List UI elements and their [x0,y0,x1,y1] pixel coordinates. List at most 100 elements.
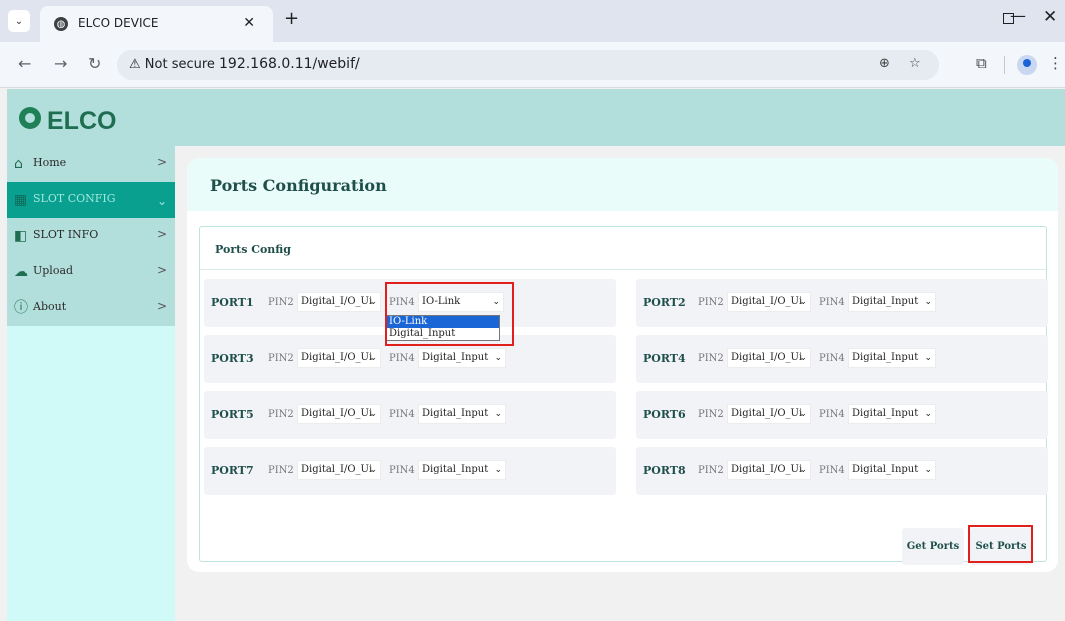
sidebar-item-home[interactable]: ⌂ Home > [7,146,175,182]
pin2-value: Digital_I/O_Ui [301,352,373,363]
pin2-label: PIN2 [268,409,294,420]
brand-header: ELCO [7,89,1065,146]
sidebar-item-slot-config[interactable]: ▦ SLOT CONFIG ⌄ [7,182,175,218]
pin4-select[interactable]: Digital_Input ⌄ [848,292,936,312]
highlight-box [385,282,514,346]
pin4-label: PIN4 [819,409,845,420]
pin4-label: PIN4 [819,465,845,476]
pin4-value: Digital_Input [852,464,919,475]
extensions-icon[interactable]: ⧉ [976,54,987,72]
sidebar-item-label: About [33,300,67,313]
not-secure-indicator[interactable]: ⚠ Not secure [129,57,215,72]
profile-avatar-icon[interactable] [1017,55,1037,75]
pin2-select[interactable]: Digital_I/O_Ui ⌄ [297,292,381,312]
page-title: Ports Configuration [210,176,387,195]
chevron-down-icon: ⌄ [369,465,377,475]
url-text[interactable]: 192.168.0.11/webif/ [219,56,360,72]
pin4-select[interactable]: Digital_Input ⌄ [418,348,506,368]
chevron-down-icon: ⌄ [924,353,932,363]
sidebar-item-label: Home [33,156,67,169]
home-icon: ⌂ [14,156,23,172]
chevron-down-icon: ⌄ [369,353,377,363]
pin4-label: PIN4 [819,353,845,364]
chevron-right-icon: > [157,263,168,277]
highlight-box [968,525,1033,563]
port-row: PORT8 PIN2 Digital_I/O_Ui ⌄ PIN4 Digital_… [636,447,1048,495]
browser-tab[interactable]: ◍ ELCO DEVICE ✕ [40,6,273,42]
pin4-value: Digital_Input [422,352,489,363]
pin2-label: PIN2 [698,409,724,420]
port-name: PORT7 [211,464,254,477]
pin2-value: Digital_I/O_Ui [731,352,803,363]
new-tab-icon[interactable]: + [284,8,299,29]
browser-menu-icon[interactable]: ⋮ [1048,54,1063,72]
pin2-value: Digital_I/O_Ui [731,464,803,475]
chevron-down-icon: ⌄ [924,409,932,419]
maximize-icon[interactable] [1003,13,1014,24]
sidebar-item-upload[interactable]: ☁ Upload > [7,254,175,290]
tab-close-icon[interactable]: ✕ [243,15,255,31]
pin2-label: PIN2 [268,465,294,476]
chevron-down-icon: ⌄ [799,353,807,363]
pin2-label: PIN2 [268,353,294,364]
chevron-down-icon: ⌄ [799,409,807,419]
pin2-label: PIN2 [698,465,724,476]
pin4-value: Digital_Input [852,408,919,419]
sidebar-item-slot-info[interactable]: ◧ SLOT INFO > [7,218,175,254]
pin4-label: PIN4 [389,465,415,476]
chevron-down-icon: ⌄ [799,465,807,475]
port-row: PORT6 PIN2 Digital_I/O_Ui ⌄ PIN4 Digital_… [636,391,1048,439]
window-close-icon[interactable]: ✕ [1043,7,1057,27]
pin2-label: PIN2 [698,353,724,364]
pin2-value: Digital_I/O_Ui [301,408,373,419]
pin4-select[interactable]: Digital_Input ⌄ [418,460,506,480]
port-name: PORT3 [211,352,254,365]
port-row: PORT7 PIN2 Digital_I/O_Ui ⌄ PIN4 Digital_… [204,447,616,495]
port-row: PORT2 PIN2 Digital_I/O_Ui ⌄ PIN4 Digital_… [636,279,1048,327]
omnibox[interactable]: ⚠ Not secure 192.168.0.11/webif/ ⊕ ☆ [117,50,939,80]
web-page: ELCO ⌂ Home > ▦ SLOT CONFIG ⌄ ◧ SLOT INF… [7,89,1065,621]
pin2-label: PIN2 [268,297,294,308]
panel-title: Ports Config [215,243,291,256]
pin2-value: Digital_I/O_Ui [301,464,373,475]
slot-info-icon: ◧ [14,228,28,244]
pin2-select[interactable]: Digital_I/O_Ui ⌄ [297,460,381,480]
address-bar: ← → ↻ ⚠ Not secure 192.168.0.11/webif/ ⊕… [0,42,1065,88]
pin2-select[interactable]: Digital_I/O_Ui ⌄ [297,404,381,424]
sidebar-item-about[interactable]: ⓘ About > [7,290,175,326]
pin2-select[interactable]: Digital_I/O_Ui ⌄ [727,460,811,480]
sidebar-item-label: SLOT INFO [33,228,99,241]
pin4-select[interactable]: Digital_Input ⌄ [418,404,506,424]
pin2-label: PIN2 [698,297,724,308]
pin4-select[interactable]: Digital_Input ⌄ [848,460,936,480]
get-ports-button[interactable]: Get Ports [902,528,964,565]
pin2-select[interactable]: Digital_I/O_Ui ⌄ [297,348,381,368]
forward-icon[interactable]: → [54,54,67,73]
port-name: PORT5 [211,408,254,421]
sidebar: ⌂ Home > ▦ SLOT CONFIG ⌄ ◧ SLOT INFO > ☁… [7,146,175,621]
chevron-down-icon: ⌄ [924,465,932,475]
tab-title: ELCO DEVICE [78,16,159,30]
browser-tab-bar: ⌄ ◍ ELCO DEVICE ✕ + — ✕ [0,0,1065,42]
pin2-value: Digital_I/O_Ui [731,296,803,307]
port-name: PORT4 [643,352,686,365]
pin4-select[interactable]: Digital_Input ⌄ [848,348,936,368]
bookmark-star-icon[interactable]: ☆ [909,56,921,71]
reload-icon[interactable]: ↻ [88,54,101,73]
chevron-down-icon: ⌄ [369,297,377,307]
pin2-value: Digital_I/O_Ui [301,296,373,307]
globe-icon: ◍ [54,17,68,31]
tab-search-chevron-icon[interactable]: ⌄ [8,10,30,32]
ports-configuration-card: Ports Configuration Ports Config PORT1 P… [187,158,1058,572]
slot-config-icon: ▦ [14,192,28,208]
zoom-icon[interactable]: ⊕ [879,56,890,71]
back-icon[interactable]: ← [18,54,31,73]
pin4-value: Digital_Input [852,352,919,363]
pin2-select[interactable]: Digital_I/O_Ui ⌄ [727,292,811,312]
chevron-down-icon: ⌄ [369,409,377,419]
chevron-down-icon: ⌄ [924,297,932,307]
pin2-select[interactable]: Digital_I/O_Ui ⌄ [727,404,811,424]
pin4-select[interactable]: Digital_Input ⌄ [848,404,936,424]
pin4-value: Digital_Input [422,464,489,475]
pin2-select[interactable]: Digital_I/O_Ui ⌄ [727,348,811,368]
